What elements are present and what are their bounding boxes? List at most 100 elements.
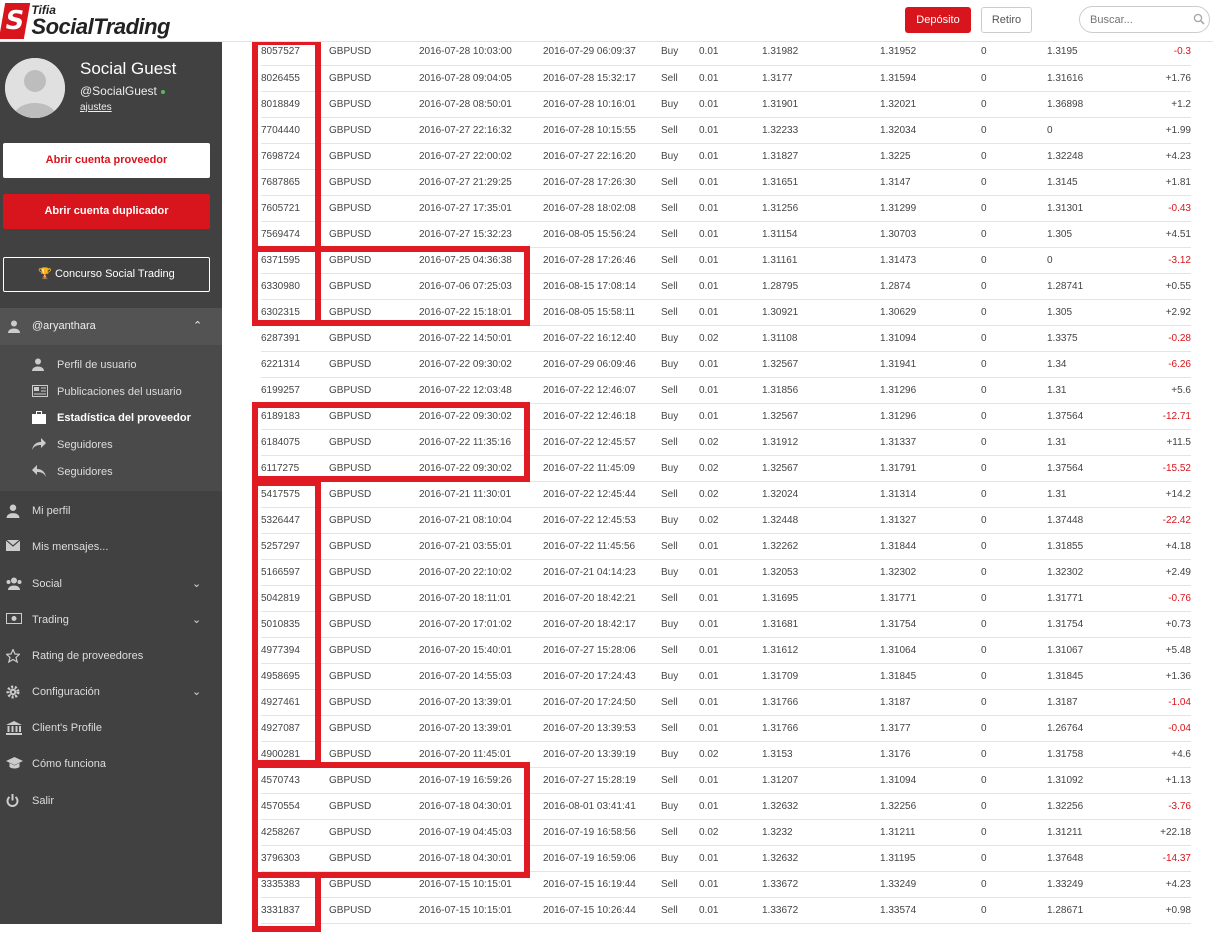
table-row: 7569474 GBPUSD 2016-07-27 15:32:23 2016-08-…: [261, 221, 1191, 248]
close-time-cell: 2016-07-22 11:45:56: [543, 533, 661, 560]
direction-cell: Buy: [661, 143, 699, 170]
trade-id-cell: 6184075: [261, 429, 329, 456]
close-time-cell: 2016-08-15 17:08:14: [543, 273, 661, 300]
direction-cell: Sell: [661, 65, 699, 92]
trade-id-cell: 5166597: [261, 559, 329, 586]
open-copier-account-button[interactable]: Abrir cuenta duplicador: [3, 194, 210, 229]
symbol-cell: GBPUSD: [329, 663, 419, 690]
menu-item-trading[interactable]: Trading ⌄: [0, 602, 222, 638]
menu-item-social[interactable]: Social ⌄: [0, 566, 222, 602]
symbol-cell: GBPUSD: [329, 845, 419, 872]
swap-cell: 0: [981, 351, 1047, 378]
symbol-cell: GBPUSD: [329, 793, 419, 820]
table-row: 5010835 GBPUSD 2016-07-20 17:01:02 2016-07-…: [261, 611, 1191, 638]
open-time-cell: 2016-07-21 11:30:01: [419, 481, 543, 508]
open-time-cell: 2016-07-19 04:45:03: [419, 819, 543, 846]
trade-id-cell: 3335383: [261, 871, 329, 898]
open-time-cell: 2016-07-20 13:39:01: [419, 689, 543, 716]
table-row: 6302315 GBPUSD 2016-07-22 15:18:01 2016-08-…: [261, 299, 1191, 326]
submenu-item-following[interactable]: Seguidores: [0, 459, 222, 485]
submenu-item-provider-stats[interactable]: Estadística del proveedor: [0, 405, 222, 431]
direction-cell: Sell: [661, 247, 699, 274]
chevron-down-icon: ⌄: [192, 614, 202, 626]
table-row: 6189183 GBPUSD 2016-07-22 09:30:02 2016-07-…: [261, 403, 1191, 430]
lots-cell: 0.01: [699, 299, 762, 326]
settings-link[interactable]: ajustes: [80, 102, 112, 113]
account-menu-toggle[interactable]: @aryanthara ⌃: [0, 308, 222, 345]
search-icon[interactable]: [1193, 13, 1205, 25]
symbol-cell: GBPUSD: [329, 195, 419, 222]
menu-item-provider-rating[interactable]: Rating de proveedores: [0, 638, 222, 674]
trade-id-cell: 7605721: [261, 195, 329, 222]
swap-cell: 0: [981, 455, 1047, 482]
profit-cell: +1.13: [1135, 767, 1191, 794]
direction-cell: Buy: [661, 507, 699, 534]
open-time-cell: 2016-07-22 11:35:16: [419, 429, 543, 456]
newspaper-icon: [32, 385, 48, 397]
menu-item-label: Configuración: [32, 686, 100, 698]
open-price-cell: 1.3177: [762, 65, 880, 92]
symbol-cell: GBPUSD: [329, 117, 419, 144]
close-price-cell: 1.31327: [880, 507, 981, 534]
contest-button[interactable]: 🏆 Concurso Social Trading: [3, 257, 210, 292]
lots-cell: 0.01: [699, 91, 762, 118]
direction-cell: Sell: [661, 117, 699, 144]
menu-item-my-profile[interactable]: Mi perfil: [0, 493, 222, 529]
swap-cell: 0: [981, 871, 1047, 898]
symbol-cell: GBPUSD: [329, 351, 419, 378]
trade-id-cell: 7687865: [261, 169, 329, 196]
close-time-cell: 2016-07-20 17:24:43: [543, 663, 661, 690]
stop-price-cell: 1.31855: [1047, 533, 1135, 560]
withdraw-button[interactable]: Retiro: [981, 7, 1032, 33]
trade-id-cell: 7569474: [261, 221, 329, 248]
avatar[interactable]: [5, 58, 65, 118]
menu-item-settings[interactable]: Configuración ⌄: [0, 674, 222, 710]
lots-cell: 0.02: [699, 507, 762, 534]
open-time-cell: 2016-07-27 21:29:25: [419, 169, 543, 196]
lots-cell: 0.01: [699, 689, 762, 716]
close-time-cell: 2016-08-05 15:58:11: [543, 299, 661, 326]
avatar-placeholder-icon: [5, 58, 65, 118]
logo[interactable]: S Tifia SocialTrading: [0, 0, 170, 42]
menu-item-how-it-works[interactable]: Cómo funciona: [0, 746, 222, 782]
stop-price-cell: 1.37448: [1047, 507, 1135, 534]
direction-cell: Buy: [661, 325, 699, 352]
open-price-cell: 1.31982: [762, 39, 880, 66]
swap-cell: 0: [981, 819, 1047, 846]
stop-price-cell: 1.32256: [1047, 793, 1135, 820]
menu-item-logout[interactable]: Salir: [0, 783, 222, 819]
submenu-item-publications[interactable]: Publicaciones del usuario: [0, 379, 222, 405]
submenu-item-label: Perfil de usuario: [57, 359, 137, 371]
profit-cell: -15.52: [1135, 455, 1191, 482]
close-time-cell: 2016-07-22 12:45:53: [543, 507, 661, 534]
open-time-cell: 2016-07-18 04:30:01: [419, 845, 543, 872]
profit-cell: -1.04: [1135, 689, 1191, 716]
open-price-cell: 1.32233: [762, 117, 880, 144]
open-price-cell: 1.32632: [762, 845, 880, 872]
menu-item-clients-profile[interactable]: Client's Profile: [0, 710, 222, 746]
close-price-cell: 1.3147: [880, 169, 981, 196]
open-price-cell: 1.31612: [762, 637, 880, 664]
close-time-cell: 2016-07-20 17:24:50: [543, 689, 661, 716]
lots-cell: 0.01: [699, 793, 762, 820]
open-price-cell: 1.32448: [762, 507, 880, 534]
open-provider-account-button[interactable]: Abrir cuenta proveedor: [3, 143, 210, 178]
deposit-button[interactable]: Depósito: [905, 7, 971, 33]
symbol-cell: GBPUSD: [329, 741, 419, 768]
open-time-cell: 2016-07-20 14:55:03: [419, 663, 543, 690]
profit-cell: +4.51: [1135, 221, 1191, 248]
symbol-cell: GBPUSD: [329, 39, 419, 66]
lots-cell: 0.01: [699, 871, 762, 898]
stop-price-cell: 1.32302: [1047, 559, 1135, 586]
submenu-item-followers[interactable]: Seguidores: [0, 432, 222, 458]
symbol-cell: GBPUSD: [329, 429, 419, 456]
search-input[interactable]: [1079, 6, 1210, 33]
submenu-item-profile[interactable]: Perfil de usuario: [0, 352, 222, 378]
swap-cell: 0: [981, 39, 1047, 66]
swap-cell: 0: [981, 715, 1047, 742]
close-time-cell: 2016-07-28 17:26:30: [543, 169, 661, 196]
close-time-cell: 2016-08-05 15:56:24: [543, 221, 661, 248]
menu-item-messages[interactable]: Mis mensajes...: [0, 529, 222, 565]
swap-cell: 0: [981, 637, 1047, 664]
swap-cell: 0: [981, 273, 1047, 300]
